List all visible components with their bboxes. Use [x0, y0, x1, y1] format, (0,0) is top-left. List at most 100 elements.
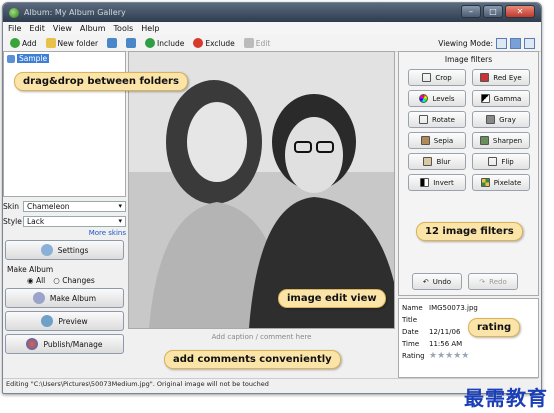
pixelate-button[interactable]: Pixelate [472, 174, 530, 191]
maximize-button[interactable]: □ [483, 5, 503, 18]
new-folder-button[interactable]: New folder [43, 38, 102, 48]
menu-help[interactable]: Help [141, 24, 159, 33]
settings-button[interactable]: Settings [5, 240, 124, 260]
radio-all[interactable]: ◉ All [27, 276, 45, 285]
edit-label: Edit [255, 38, 271, 48]
gamma-button[interactable]: Gamma [472, 90, 530, 107]
single-view-icon[interactable] [510, 37, 521, 49]
preview-button[interactable]: Preview [5, 311, 124, 331]
radio-all-label: All [35, 276, 46, 285]
photo-figures [129, 52, 394, 328]
skin-select[interactable]: Chameleon [23, 201, 126, 212]
undo-label: Undo [432, 277, 452, 286]
crop-button[interactable]: Crop [408, 69, 466, 86]
blur-button[interactable]: Blur [408, 153, 466, 170]
gray-button[interactable]: Gray [472, 111, 530, 128]
status-bar: Editing "C:\Users\Pictures\50073Medium.j… [3, 378, 538, 390]
eye-icon [480, 73, 490, 82]
folder-icon [45, 38, 56, 48]
rating-stars[interactable]: ★★★★★ [429, 351, 469, 361]
redo-label: Redo [489, 277, 507, 286]
menu-file[interactable]: File [8, 24, 21, 33]
flip-button[interactable]: Flip [472, 153, 530, 170]
style-select[interactable]: Lack [23, 216, 126, 227]
include-button[interactable]: Include [142, 38, 187, 48]
back-button[interactable] [104, 38, 120, 48]
menu-tools[interactable]: Tools [114, 24, 134, 33]
menu-album[interactable]: Album [80, 24, 106, 33]
edit-icon [243, 38, 254, 48]
exclude-button[interactable]: Exclude [190, 38, 237, 48]
callout-image-filters: 12 image filters [416, 222, 523, 241]
tree-item-label: Sample [17, 54, 50, 63]
sepia-button[interactable]: Sepia [408, 132, 466, 149]
add-label: Add [22, 38, 37, 48]
forward-button[interactable] [123, 38, 139, 48]
gray-icon [486, 115, 496, 124]
menu-view[interactable]: View [53, 24, 72, 33]
info-name-key: Name [402, 304, 423, 312]
back-arrow-icon [107, 38, 118, 48]
menu-edit[interactable]: Edit [29, 24, 45, 33]
fullscreen-view-icon[interactable] [524, 37, 535, 49]
style-value: Lack [27, 217, 45, 226]
image-edit-view[interactable] [128, 51, 395, 329]
invert-icon [420, 178, 430, 187]
more-skins-link[interactable]: More skins [3, 229, 126, 237]
edit-button[interactable]: Edit [241, 38, 274, 48]
exclude-icon [193, 38, 204, 48]
rotate-button[interactable]: Rotate [408, 111, 466, 128]
close-button[interactable]: ✕ [505, 5, 535, 18]
rotate-icon [419, 115, 429, 124]
publish-button[interactable]: Publish/Manage [5, 334, 124, 354]
info-time-key: Time [402, 340, 420, 348]
gear-icon [40, 244, 53, 256]
window-title: Album: My Album Gallery [24, 8, 126, 17]
gamma-icon [480, 94, 490, 103]
filters-grid: Crop Red Eye Levels Gamma Rotate Gray Se… [399, 67, 538, 193]
image-filters-panel: Image filters Crop Red Eye Levels Gamma … [398, 51, 539, 296]
album-gear-icon [32, 292, 45, 304]
style-row: Style Lack [3, 216, 126, 227]
sharpen-icon [479, 136, 489, 145]
publish-label: Publish/Manage [43, 339, 103, 349]
make-album-btn-label: Make Album [49, 293, 97, 303]
gray-label: Gray [499, 115, 516, 124]
toolbar: Add New folder Include Exclude Edit View… [3, 35, 541, 52]
pixelate-icon [480, 178, 490, 187]
red-eye-button[interactable]: Red Eye [472, 69, 530, 86]
gamma-label: Gamma [493, 94, 522, 103]
pixelate-label: Pixelate [493, 178, 522, 187]
blur-label: Blur [436, 157, 451, 166]
include-icon [145, 38, 156, 48]
include-label: Include [157, 38, 185, 48]
sharpen-label: Sharpen [492, 136, 523, 145]
photo [129, 52, 394, 328]
sharpen-button[interactable]: Sharpen [472, 132, 530, 149]
blur-icon [423, 157, 433, 166]
tree-item-sample[interactable]: Sample [4, 52, 125, 65]
caption-input[interactable]: Add caption / comment here [128, 333, 395, 345]
title-bar: Album: My Album Gallery – □ ✕ [3, 3, 541, 22]
filters-header: Image filters [444, 55, 493, 64]
crop-label: Crop [435, 73, 452, 82]
make-album-button[interactable]: Make Album [5, 288, 124, 308]
levels-button[interactable]: Levels [408, 90, 466, 107]
add-button[interactable]: Add [7, 38, 40, 48]
magnifier-icon [41, 315, 54, 327]
preview-label: Preview [58, 316, 88, 326]
undo-redo-row: ↶ Undo ↷ Redo [399, 273, 531, 290]
undo-button[interactable]: ↶ Undo [412, 273, 462, 290]
radio-changes[interactable]: ○ Changes [53, 276, 95, 285]
skin-value: Chameleon [27, 202, 70, 211]
grid-view-icon[interactable] [496, 37, 507, 49]
redo-button[interactable]: ↷ Redo [468, 273, 518, 290]
info-name-row: Name IMG50073.jpg [402, 302, 535, 314]
minimize-button[interactable]: – [461, 5, 481, 18]
folder-icon [7, 54, 15, 63]
flip-icon [488, 157, 498, 166]
red-eye-label: Red Eye [493, 73, 522, 82]
info-rating-row: Rating ★★★★★ [402, 350, 535, 362]
exclude-label: Exclude [205, 38, 235, 48]
invert-button[interactable]: Invert [408, 174, 466, 191]
